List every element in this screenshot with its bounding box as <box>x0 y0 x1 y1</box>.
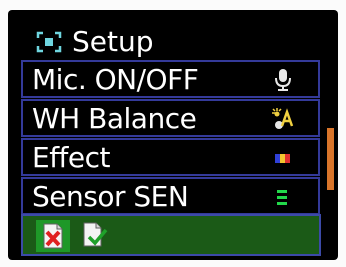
setup-grid-icon <box>36 31 62 53</box>
menu-title: Setup <box>72 25 154 58</box>
menu-item-mic[interactable]: Mic. ON/OFF <box>21 60 320 98</box>
menu-item-sensor-sen[interactable]: Sensor SEN <box>21 177 320 215</box>
confirm-document-icon <box>83 222 108 247</box>
action-row <box>21 214 321 256</box>
menu-item-label: WH Balance <box>32 102 197 135</box>
scrollbar-thumb[interactable] <box>327 128 334 190</box>
menu-item-effect[interactable]: Effect <box>21 138 320 176</box>
menu-item-label: Effect <box>32 141 111 174</box>
camera-screen: Setup Mic. ON/OFF WH Balance Effect Sens… <box>0 0 346 267</box>
menu-item-label: Sensor SEN <box>32 180 189 213</box>
confirm-button[interactable] <box>79 220 111 252</box>
sensor-level-icon <box>277 190 287 205</box>
cancel-document-icon <box>43 223 63 249</box>
menu-header: Setup <box>36 26 154 58</box>
cancel-button[interactable] <box>36 220 70 252</box>
menu-item-wh-balance[interactable]: WH Balance <box>21 99 320 137</box>
microphone-icon <box>275 69 291 91</box>
effect-color-bars-icon <box>275 154 290 163</box>
menu-item-label: Mic. ON/OFF <box>32 63 199 96</box>
white-balance-icon <box>272 108 294 129</box>
